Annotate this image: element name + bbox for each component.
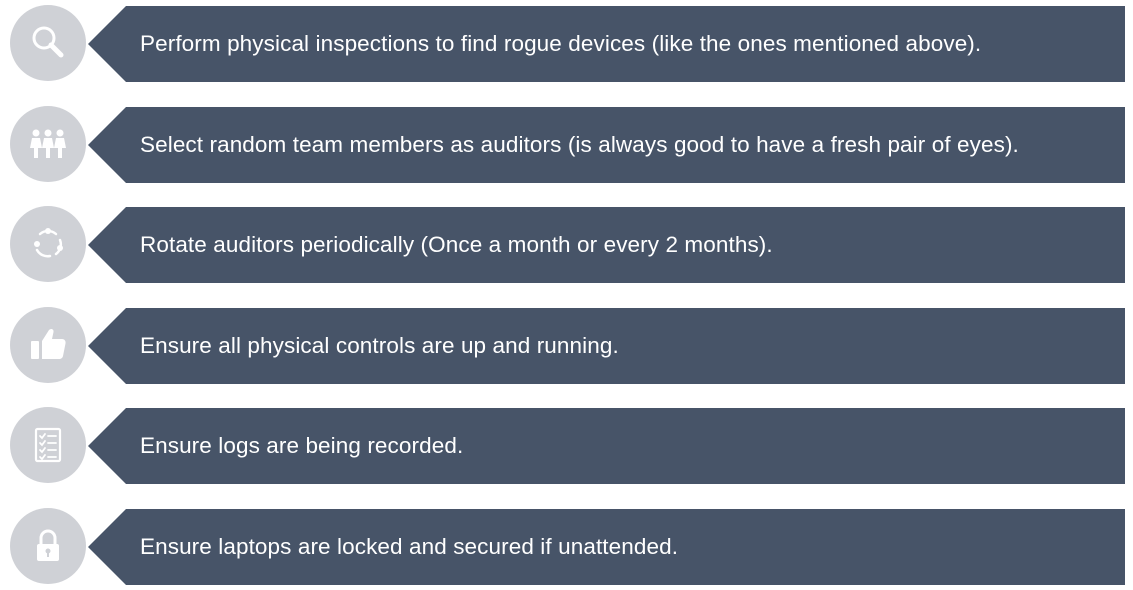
text-banner: Select random team members as auditors (… (88, 107, 1125, 183)
text-banner: Ensure all physical controls are up and … (88, 308, 1125, 384)
checklist-row-inspections: Perform physical inspections to find rog… (0, 4, 1133, 82)
thumbs-up-icon (31, 328, 66, 359)
checklist-row-controls: Ensure all physical controls are up and … (0, 306, 1133, 384)
checklist-row-logs: Ensure logs are being recorded. (0, 406, 1133, 484)
text-banner: Rotate auditors periodically (Once a mon… (88, 207, 1125, 283)
icon-circle (10, 5, 86, 81)
text-banner: Perform physical inspections to find rog… (88, 6, 1125, 82)
banner-text: Ensure all physical controls are up and … (140, 333, 619, 358)
banner-text: Ensure laptops are locked and secured if… (140, 534, 679, 559)
checklist-row-auditors: Select random team members as auditors (… (0, 105, 1133, 183)
icon-circle (10, 106, 86, 182)
checklist-icon (34, 427, 62, 463)
banner-text: Rotate auditors periodically (Once a mon… (140, 232, 773, 257)
banner-text: Ensure logs are being recorded. (140, 433, 464, 458)
magnifier-icon (32, 26, 64, 58)
rotate-cycle-icon (34, 228, 63, 258)
team-members-icon (30, 129, 66, 158)
icon-circle (10, 407, 86, 483)
banner-text: Select random team members as auditors (… (140, 132, 1019, 157)
checklist-row-rotate: Rotate auditors periodically (Once a mon… (0, 205, 1133, 283)
checklist-row-laptops: Ensure laptops are locked and secured if… (0, 507, 1133, 585)
padlock-icon (37, 529, 59, 561)
icon-circle (10, 307, 86, 383)
text-banner: Ensure laptops are locked and secured if… (88, 509, 1125, 585)
banner-text: Perform physical inspections to find rog… (140, 31, 982, 56)
icon-circle (10, 206, 86, 282)
text-banner: Ensure logs are being recorded. (88, 408, 1125, 484)
icon-circle (10, 508, 86, 584)
